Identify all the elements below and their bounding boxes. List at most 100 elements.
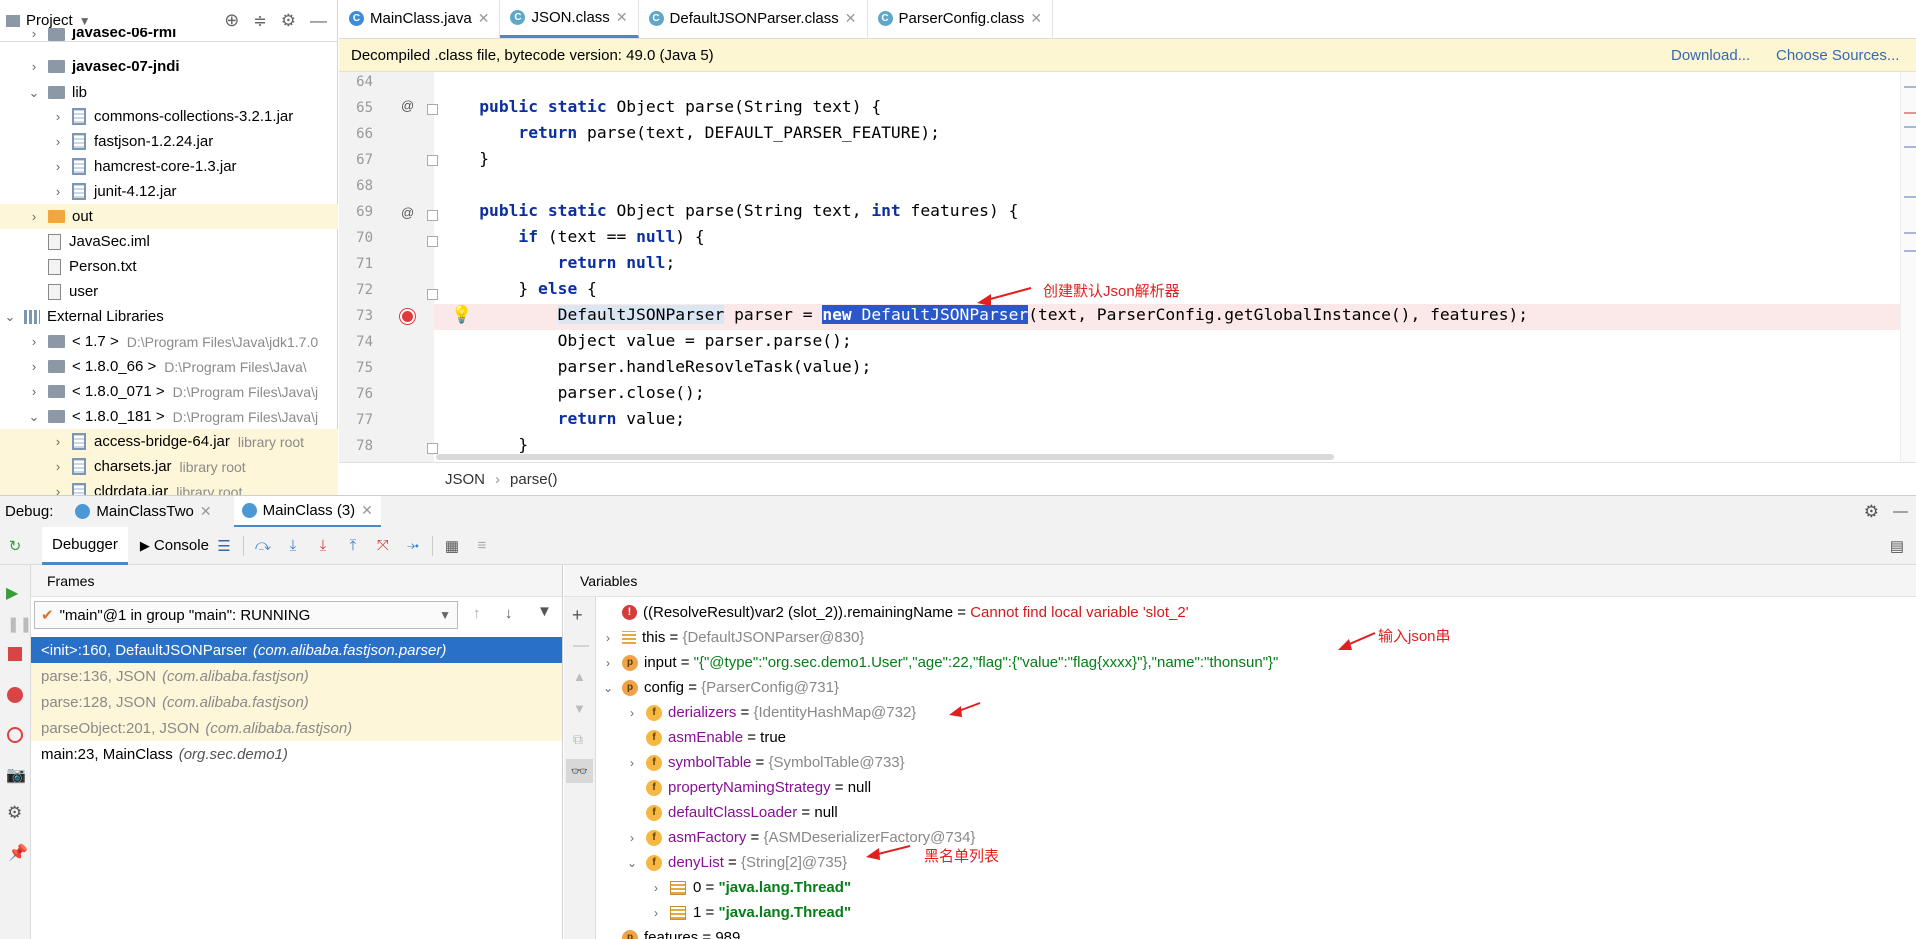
project-tree-item[interactable]: › fastjson-1.2.24.jar — [0, 129, 338, 154]
var-propertynamingstrategy-row[interactable]: f propertyNamingStrategy = null — [624, 775, 871, 800]
horizontal-scrollbar[interactable] — [436, 454, 1334, 460]
project-tree-item[interactable]: › < 1.7 > D:\Program Files\Java\jdk1.7.0 — [0, 329, 338, 354]
tab-console[interactable]: ▶ Console — [140, 537, 209, 554]
step-over-icon[interactable]: ⤼ — [252, 537, 274, 554]
menu-icon[interactable]: ☰ — [213, 537, 235, 555]
project-tree-item[interactable]: › < 1.8.0_071 > D:\Program Files\Java\j — [0, 379, 338, 404]
project-tree-item[interactable]: Person.txt — [0, 254, 338, 279]
prev-frame-icon[interactable]: ↑ — [473, 605, 481, 622]
layout-icon[interactable]: ▤ — [1886, 537, 1908, 555]
chevron-down-icon[interactable]: ⌄ — [26, 85, 42, 101]
var-denylist-0-row[interactable]: › 0 = "java.lang.Thread" — [648, 875, 851, 900]
close-icon[interactable]: ✕ — [616, 9, 628, 26]
chevron-right-icon[interactable]: › — [26, 359, 42, 374]
var-denylist-1-row[interactable]: › 1 = "java.lang.Thread" — [648, 900, 851, 925]
next-frame-icon[interactable]: ↓ — [505, 605, 513, 622]
code-line-71[interactable]: return null; — [440, 253, 676, 272]
project-tree-item[interactable]: ⌄ External Libraries — [0, 304, 338, 329]
chevron-right-icon[interactable]: › — [600, 631, 616, 645]
stack-frame[interactable]: parse:136, JSON (com.alibaba.fastjson) — [31, 663, 562, 689]
breakpoint-icon[interactable] — [400, 309, 415, 324]
chevron-right-icon[interactable]: › — [600, 656, 616, 670]
project-tree-item[interactable]: › junit-4.12.jar — [0, 179, 338, 204]
pause-icon[interactable]: ❚❚ — [7, 615, 32, 633]
gear-icon[interactable]: ⚙ — [1864, 502, 1879, 522]
chevron-right-icon[interactable]: › — [50, 434, 66, 449]
session-tab-mainclasstwo[interactable]: MainClassTwo ✕ — [75, 503, 212, 520]
filter-icon[interactable]: ▼ — [537, 603, 552, 620]
chevron-right-icon[interactable]: › — [50, 459, 66, 474]
project-tree-item[interactable]: › < 1.8.0_66 > D:\Program Files\Java\ — [0, 354, 338, 379]
project-tree-item[interactable]: ⌄ lib — [0, 80, 338, 105]
chevron-right-icon[interactable]: › — [26, 209, 42, 224]
add-watch-icon[interactable]: + — [572, 605, 583, 626]
chevron-down-icon[interactable]: ⌄ — [600, 681, 616, 695]
chevron-down-icon[interactable]: ⌄ — [624, 856, 640, 870]
project-tree-item[interactable]: › access-bridge-64.jar library root — [0, 429, 338, 454]
tab-defaultjsonparser-class[interactable]: C DefaultJSONParser.class ✕ — [639, 0, 868, 38]
project-panel-title[interactable]: Project — [26, 12, 73, 29]
fold-marker-icon[interactable] — [427, 236, 438, 247]
fold-marker-icon[interactable] — [427, 443, 438, 454]
code-line-77[interactable]: return value; — [440, 409, 685, 428]
code-line-72[interactable]: } else { — [440, 279, 596, 298]
move-up-icon[interactable]: ▲ — [573, 669, 586, 684]
view-breakpoints-icon[interactable] — [7, 687, 23, 703]
chevron-right-icon[interactable]: › — [624, 756, 640, 770]
var-asmfactory-row[interactable]: › f asmFactory = {ASMDeserializerFactory… — [624, 825, 975, 850]
camera-icon[interactable]: 📷 — [6, 765, 26, 785]
stack-frame[interactable]: parse:128, JSON (com.alibaba.fastjson) — [31, 689, 562, 715]
chevron-right-icon[interactable]: › — [624, 831, 640, 845]
stack-frame[interactable]: parseObject:201, JSON (com.alibaba.fastjs… — [31, 715, 562, 741]
var-symboltable-row[interactable]: › f symbolTable = {SymbolTable@733} — [624, 750, 905, 775]
project-tree-item[interactable]: JavaSec.iml — [0, 229, 338, 254]
trace-icon[interactable]: ≡ — [471, 537, 493, 554]
step-out-icon[interactable]: ⤒ — [342, 537, 364, 554]
stack-frame[interactable]: main:23, MainClass (org.sec.demo1) — [31, 741, 562, 767]
close-icon[interactable]: ✕ — [1030, 10, 1042, 27]
remove-icon[interactable]: — — [573, 637, 589, 655]
step-into-icon[interactable]: ⤓ — [282, 537, 304, 554]
download-link[interactable]: Download... — [1671, 47, 1750, 64]
code-line-66[interactable]: return parse(text, DEFAULT_PARSER_FEATUR… — [440, 123, 940, 142]
var-defaultclassloader-row[interactable]: f defaultClassLoader = null — [624, 800, 838, 825]
stack-frame[interactable]: <init>:160, DefaultJSONParser (com.alibab… — [31, 637, 562, 663]
chevron-right-icon[interactable]: › — [50, 134, 66, 149]
var-error-row[interactable]: ! ((ResolveResult)var2 (slot_2)).remaini… — [600, 600, 1189, 625]
chevron-right-icon[interactable]: › — [50, 159, 66, 174]
project-tree-item[interactable]: › hamcrest-core-1.3.jar — [0, 154, 338, 179]
stop-icon[interactable] — [8, 647, 22, 661]
resume-icon[interactable]: ▶ — [6, 583, 18, 603]
glasses-icon[interactable]: 👓 — [566, 759, 593, 783]
var-derializers-row[interactable]: › f derializers = {IdentityHashMap@732} — [624, 700, 916, 725]
force-step-into-icon[interactable]: ⤓ — [312, 537, 334, 554]
close-icon[interactable]: ✕ — [845, 10, 857, 27]
chevron-down-icon[interactable]: ⌄ — [26, 409, 42, 425]
code-line-69[interactable]: public static Object parse(String text, … — [440, 201, 1018, 220]
close-icon[interactable]: ✕ — [200, 503, 212, 520]
tab-mainclass-java[interactable]: C MainClass.java ✕ — [339, 0, 501, 38]
code-line-76[interactable]: parser.close(); — [440, 383, 705, 402]
chevron-right-icon[interactable]: › — [26, 59, 42, 74]
code-line-70[interactable]: if (text == null) { — [440, 227, 704, 246]
override-marker-icon[interactable]: @ — [401, 205, 414, 220]
project-tree-item[interactable]: › out — [0, 204, 338, 229]
chevron-right-icon[interactable]: › — [648, 881, 664, 895]
move-down-icon[interactable]: ▼ — [573, 701, 586, 716]
chevron-right-icon[interactable]: › — [26, 334, 42, 349]
fold-marker-icon[interactable] — [427, 289, 438, 300]
breadcrumb-method[interactable]: parse() — [510, 471, 558, 488]
chevron-right-icon[interactable]: › — [648, 906, 664, 920]
dropdown-icon[interactable]: ▼ — [79, 14, 91, 28]
var-features-row[interactable]: p features = 989 — [600, 925, 740, 939]
var-denylist-row[interactable]: ⌄ f denyList = {String[2]@735} — [624, 850, 847, 875]
chevron-right-icon[interactable]: › — [50, 109, 66, 124]
project-tree-item[interactable]: ⌄ < 1.8.0_181 > D:\Program Files\Java\j — [0, 404, 338, 429]
copy-icon[interactable]: ⧉ — [573, 731, 583, 748]
editor-scrollbar[interactable] — [1900, 72, 1916, 462]
chevron-right-icon[interactable]: › — [624, 706, 640, 720]
drop-frame-icon[interactable]: ⤧ — [372, 537, 394, 554]
code-line-78[interactable]: } — [440, 435, 528, 454]
tab-debugger[interactable]: Debugger — [42, 526, 128, 565]
project-tree-item[interactable]: › charsets.jar library root — [0, 454, 338, 479]
